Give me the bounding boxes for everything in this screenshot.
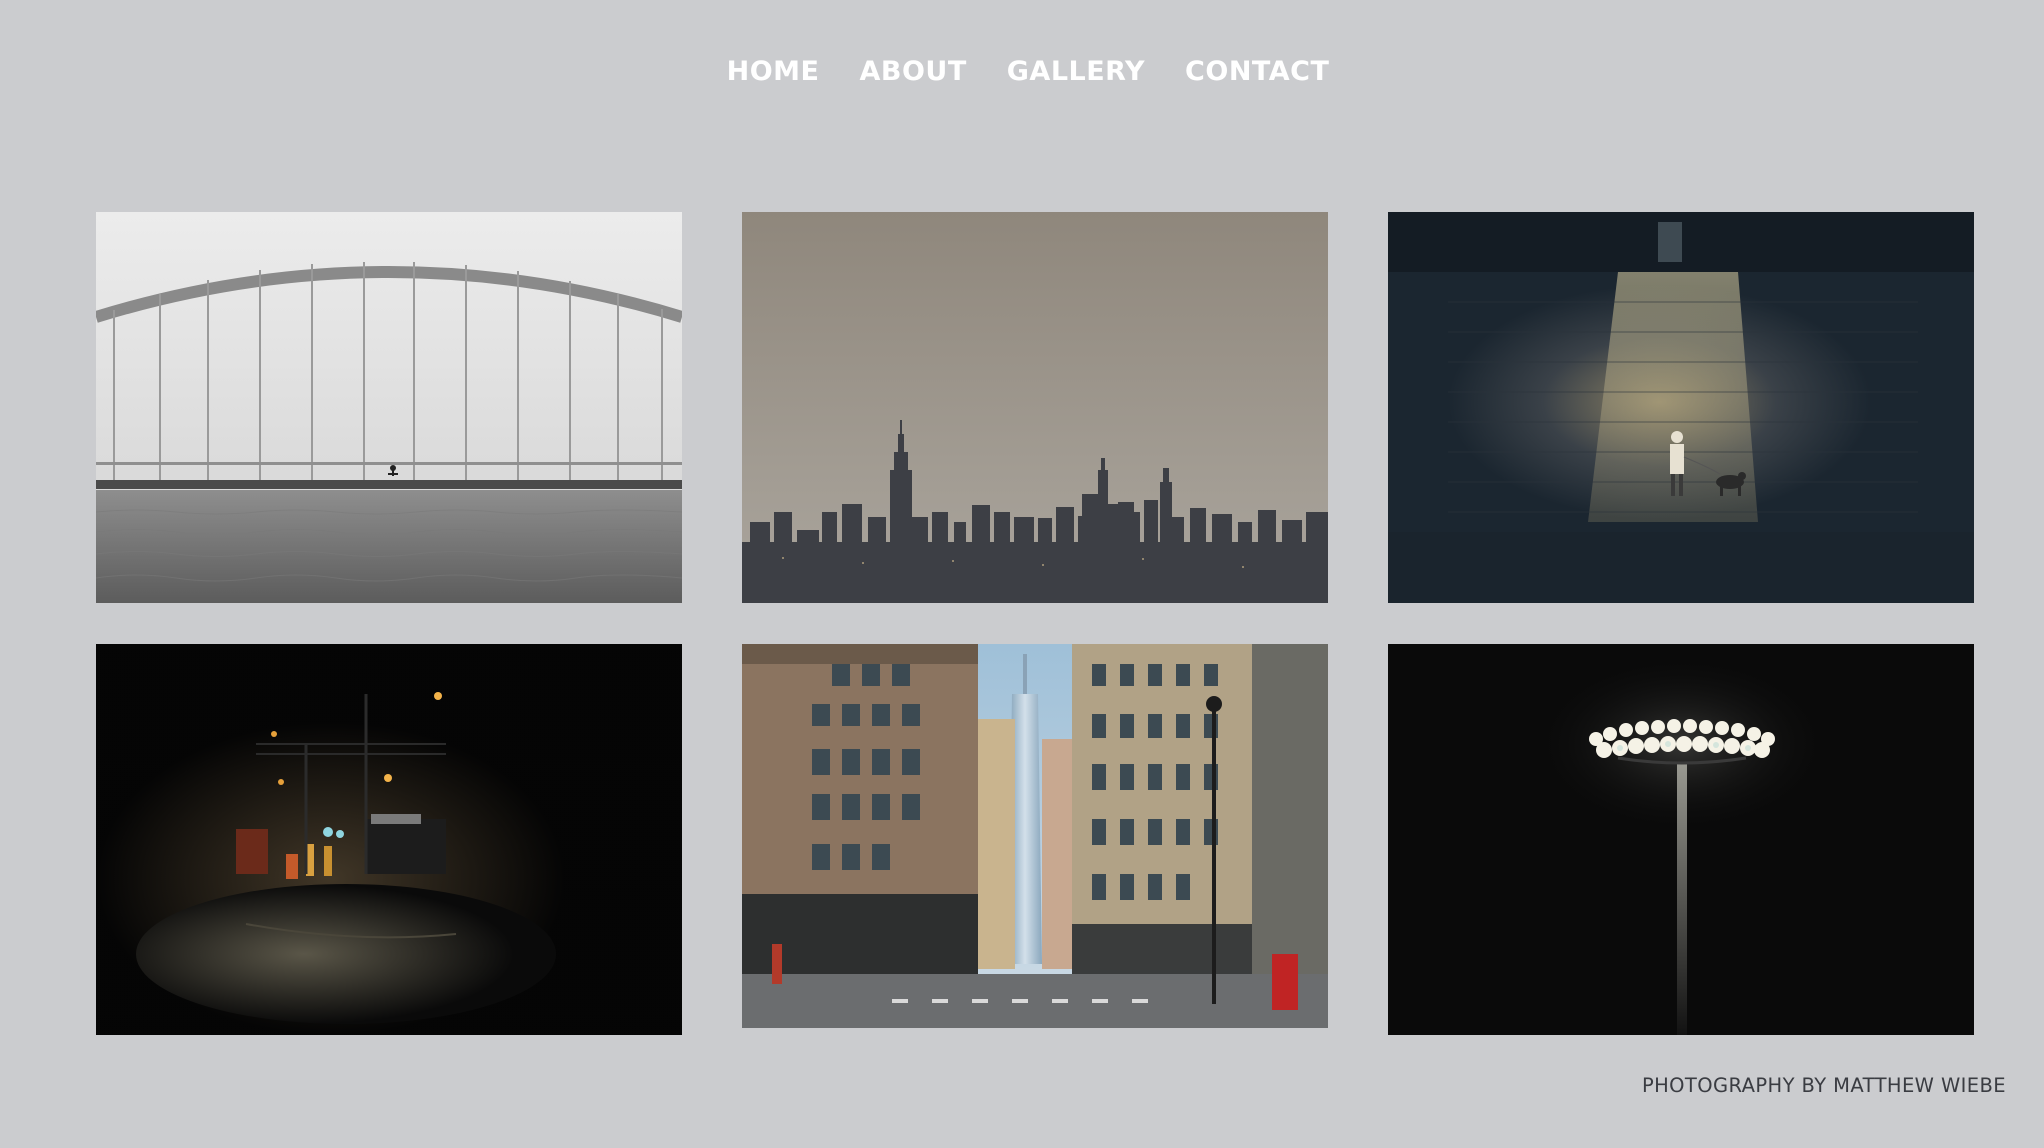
construction-photo-image bbox=[96, 644, 682, 1035]
nav-home-link[interactable]: HOME bbox=[727, 50, 820, 94]
photo-downtown-street[interactable] bbox=[742, 644, 1328, 1028]
nav-gallery-link[interactable]: GALLERY bbox=[1007, 50, 1145, 94]
photo-credit: PHOTOGRAPHY BY MATTHEW WIEBE bbox=[1641, 1074, 2006, 1097]
skyline-photo-image bbox=[742, 212, 1328, 603]
nav-about-link[interactable]: ABOUT bbox=[859, 50, 966, 94]
street-photo-image bbox=[742, 644, 1328, 1028]
floodlight-photo-image bbox=[1388, 644, 1974, 1035]
wall-photo-image bbox=[1388, 212, 1974, 603]
photo-wall-dog-walker[interactable] bbox=[1388, 212, 1974, 603]
photo-skyline[interactable] bbox=[742, 212, 1328, 603]
photo-stadium-light[interactable] bbox=[1388, 644, 1974, 1035]
photo-night-construction[interactable] bbox=[96, 644, 682, 1035]
main-nav: HOME ABOUT GALLERY CONTACT bbox=[0, 50, 2044, 94]
bridge-photo-image bbox=[96, 212, 682, 603]
nav-contact-link[interactable]: CONTACT bbox=[1185, 50, 1329, 94]
photo-bridge[interactable] bbox=[96, 212, 682, 603]
photo-grid bbox=[96, 212, 1974, 1035]
